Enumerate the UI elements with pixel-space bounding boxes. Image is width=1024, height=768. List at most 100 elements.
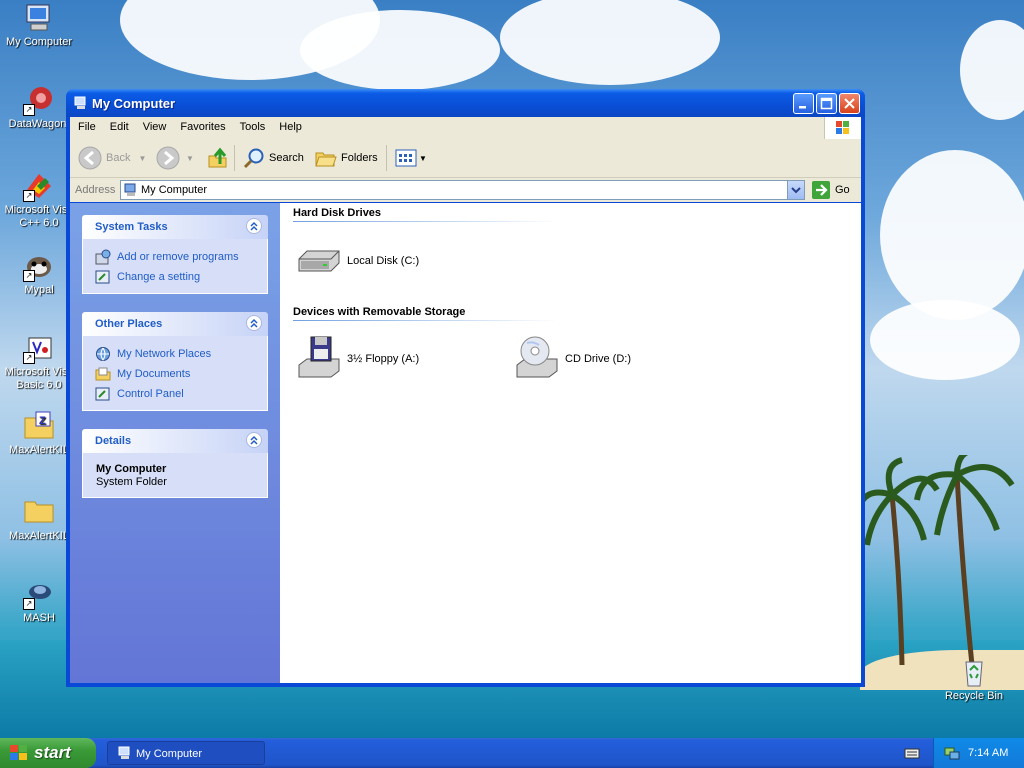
network-tray-icon[interactable] bbox=[944, 745, 960, 761]
standard-toolbar: Back ▼ ▼ Search Folders ▼ bbox=[70, 139, 861, 178]
menu-bar: File Edit View Favorites Tools Help bbox=[70, 117, 861, 140]
task-pane: System Tasks Add or remove programs Chan… bbox=[70, 203, 280, 683]
file-list-area[interactable]: Hard Disk Drives Local Disk (C:) Devices… bbox=[280, 203, 861, 683]
menu-file[interactable]: File bbox=[70, 117, 102, 133]
menu-favorites[interactable]: Favorites bbox=[172, 117, 231, 133]
details-body: My Computer System Folder bbox=[82, 453, 268, 498]
other-places-body: My Network Places My Documents Control P… bbox=[82, 336, 268, 411]
my-documents-icon bbox=[95, 366, 111, 382]
shortcut-arrow-icon: ↗ bbox=[23, 598, 35, 610]
views-icon bbox=[395, 149, 417, 167]
shortcut-arrow-icon: ↗ bbox=[23, 190, 35, 202]
forward-arrow-icon bbox=[156, 146, 180, 170]
search-button[interactable]: Search bbox=[242, 146, 304, 170]
folders-button[interactable]: Folders bbox=[314, 146, 378, 170]
forward-button[interactable]: ▼ bbox=[156, 146, 194, 170]
desktop-icon-my-computer[interactable]: My Computer bbox=[0, 2, 78, 49]
title-bar[interactable]: My Computer bbox=[66, 89, 865, 117]
back-dropdown-icon[interactable]: ▼ bbox=[138, 154, 146, 163]
toolbar-separator bbox=[386, 145, 387, 171]
local-disk-c[interactable]: Local Disk (C:) bbox=[295, 237, 419, 285]
computer-icon bbox=[118, 746, 132, 760]
collapse-chevron-icon[interactable] bbox=[246, 315, 262, 331]
close-icon bbox=[844, 98, 855, 109]
cd-drive-icon bbox=[513, 335, 561, 383]
minimize-button[interactable] bbox=[793, 93, 814, 114]
back-arrow-icon bbox=[78, 146, 102, 170]
group-divider bbox=[293, 320, 559, 321]
control-panel-icon bbox=[95, 386, 111, 402]
details-name: My Computer bbox=[96, 463, 167, 475]
menu-edit[interactable]: Edit bbox=[102, 117, 135, 133]
window-title: My Computer bbox=[92, 96, 176, 111]
removable-storage-heading: Devices with Removable Storage bbox=[293, 306, 466, 318]
my-network-places-link[interactable]: My Network Places bbox=[83, 344, 267, 364]
menu-view[interactable]: View bbox=[135, 117, 173, 133]
menu-tools[interactable]: Tools bbox=[232, 117, 272, 133]
computer-icon bbox=[124, 183, 138, 197]
go-arrow-icon bbox=[812, 181, 830, 199]
control-panel-link[interactable]: Control Panel bbox=[83, 384, 267, 404]
shortcut-arrow-icon: ↗ bbox=[23, 104, 35, 116]
computer-icon bbox=[74, 96, 88, 110]
start-button[interactable]: start bbox=[0, 738, 96, 768]
address-dropdown-button[interactable] bbox=[787, 181, 804, 199]
cloud bbox=[870, 300, 1020, 380]
hard-disk-drives-heading: Hard Disk Drives bbox=[293, 207, 382, 219]
shortcut-arrow-icon: ↗ bbox=[23, 270, 35, 282]
my-documents-link[interactable]: My Documents bbox=[83, 364, 267, 384]
mash-icon: ↗ bbox=[23, 578, 55, 610]
folders-icon bbox=[315, 152, 337, 167]
close-button[interactable] bbox=[839, 93, 860, 114]
menu-help[interactable]: Help bbox=[271, 117, 308, 133]
visual-basic-icon: ↗ bbox=[23, 332, 55, 364]
chevron-down-icon bbox=[791, 187, 801, 194]
views-dropdown-icon: ▼ bbox=[419, 153, 427, 163]
clock[interactable]: 7:14 AM bbox=[968, 747, 1008, 759]
address-value: My Computer bbox=[141, 184, 208, 196]
palm-trees bbox=[862, 455, 1015, 666]
back-button[interactable]: Back ▼ bbox=[78, 146, 146, 170]
search-icon bbox=[243, 148, 264, 169]
computer-icon bbox=[23, 2, 55, 34]
svg-text:Z: Z bbox=[39, 415, 46, 427]
system-tasks-header[interactable]: System Tasks bbox=[82, 215, 268, 239]
go-button[interactable]: Go bbox=[812, 181, 850, 199]
folder-icon bbox=[23, 496, 55, 528]
add-remove-programs-link[interactable]: Add or remove programs bbox=[83, 247, 267, 267]
up-folder-icon bbox=[208, 147, 227, 168]
collapse-chevron-icon[interactable] bbox=[246, 218, 262, 234]
cloud bbox=[300, 10, 500, 90]
details-header[interactable]: Details bbox=[82, 429, 268, 453]
taskbar: start My Computer 7:14 AM bbox=[0, 738, 1024, 768]
cloud bbox=[500, 0, 720, 85]
visual-cpp-icon: ↗ bbox=[23, 170, 55, 202]
up-button[interactable] bbox=[206, 146, 230, 170]
shortcut-arrow-icon: ↗ bbox=[23, 352, 35, 364]
my-computer-window: My Computer File Edit View Favorites Tools He… bbox=[66, 89, 865, 687]
views-button[interactable]: ▼ bbox=[394, 146, 427, 170]
system-tasks-panel: System Tasks Add or remove programs Chan… bbox=[82, 215, 268, 294]
maximize-button[interactable] bbox=[816, 93, 837, 114]
other-places-header[interactable]: Other Places bbox=[82, 312, 268, 336]
add-remove-programs-icon bbox=[95, 249, 111, 265]
address-bar: Address My Computer Go bbox=[70, 178, 861, 202]
keyboard-icon[interactable] bbox=[904, 746, 920, 760]
cd-drive-d[interactable]: CD Drive (D:) bbox=[513, 335, 631, 383]
toolbar-separator bbox=[234, 145, 235, 171]
desktop-icon-recycle-bin[interactable]: Recycle Bin bbox=[935, 656, 1013, 703]
details-panel: Details My Computer System Folder bbox=[82, 429, 268, 498]
hard-disk-icon bbox=[295, 237, 343, 285]
windows-logo-icon bbox=[10, 745, 27, 760]
forward-dropdown-icon[interactable]: ▼ bbox=[186, 154, 194, 163]
change-setting-link[interactable]: Change a setting bbox=[83, 267, 267, 287]
address-input[interactable]: My Computer bbox=[120, 180, 805, 200]
datawagon-icon: ↗ bbox=[23, 84, 55, 116]
taskbar-button-my-computer[interactable]: My Computer bbox=[107, 741, 265, 765]
windows-logo-icon bbox=[824, 117, 861, 139]
cloud bbox=[880, 150, 1024, 320]
floppy-drive-a[interactable]: 3½ Floppy (A:) bbox=[295, 335, 419, 383]
collapse-chevron-icon[interactable] bbox=[246, 432, 262, 448]
cloud bbox=[960, 20, 1024, 120]
address-label: Address bbox=[75, 184, 116, 196]
